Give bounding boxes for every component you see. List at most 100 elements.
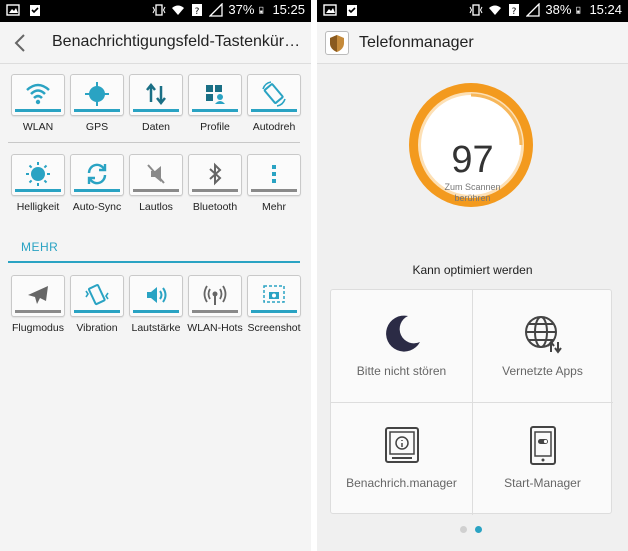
battery-percentage: 37% xyxy=(228,2,255,17)
clock: 15:24 xyxy=(589,2,622,17)
tile-flugmodus-button[interactable] xyxy=(11,275,65,317)
tile-helligkeit[interactable]: Helligkeit xyxy=(11,154,65,213)
rotate-icon xyxy=(262,81,286,107)
tile-label: Lautstärke xyxy=(131,322,181,334)
sim-icon: ? xyxy=(509,4,520,17)
tile-autodreh[interactable]: Autodreh xyxy=(247,74,301,133)
wifi-icon xyxy=(26,83,50,105)
app-bar: Benachrichtigungsfeld-Tastenkür… xyxy=(0,22,311,64)
data-transfer-icon xyxy=(146,82,166,106)
tile-bluetooth-button[interactable] xyxy=(188,154,242,196)
status-bar: ? 38% 15:24 xyxy=(317,0,628,22)
tile-label: GPS xyxy=(85,121,109,133)
vibrate-icon xyxy=(152,4,166,16)
back-arrow-icon[interactable] xyxy=(8,30,32,56)
tile-wlan-hotspot[interactable]: WLAN-Hots xyxy=(187,275,243,334)
section-heading-mehr: MEHR xyxy=(21,240,59,254)
clock: 15:25 xyxy=(272,2,305,17)
gallery-notification-icon xyxy=(323,4,337,16)
tile-wlan-button[interactable] xyxy=(11,74,65,116)
page-dot-active[interactable] xyxy=(475,526,482,533)
tile-label: Flugmodus xyxy=(12,322,64,334)
tool-label: Start-Manager xyxy=(504,476,581,490)
bluetooth-icon xyxy=(209,162,222,186)
tile-auto-sync-button[interactable] xyxy=(70,154,124,196)
tool-connected-apps[interactable]: Vernetzte Apps xyxy=(472,290,613,402)
tile-profile[interactable]: Profile xyxy=(188,74,242,133)
vibrate-icon xyxy=(469,4,483,16)
tool-startup-manager[interactable]: Start-Manager xyxy=(472,402,613,514)
tile-label: WLAN xyxy=(22,121,54,133)
moon-icon xyxy=(385,315,420,352)
tile-daten[interactable]: Daten xyxy=(129,74,183,133)
left-phone-screen: ? 37% 15:25 Benachrichtigungsfeld-Tasten… xyxy=(0,0,311,551)
tile-label: Autodreh xyxy=(252,121,296,133)
battery-percentage: 38% xyxy=(545,2,572,17)
tile-autodreh-button[interactable] xyxy=(247,74,301,116)
tile-bluetooth[interactable]: Bluetooth xyxy=(188,154,242,213)
section-underline xyxy=(8,261,300,263)
gallery-notification-icon xyxy=(6,4,20,16)
tool-notification-manager[interactable]: Benachrich.manager xyxy=(331,402,472,514)
tile-mehr-button[interactable] xyxy=(247,154,301,196)
clipboard-check-icon xyxy=(30,5,40,16)
tile-lautlos-button[interactable] xyxy=(129,154,183,196)
app-shield-icon xyxy=(325,31,349,55)
tile-vibration-button[interactable] xyxy=(70,275,124,317)
tile-wlan[interactable]: WLAN xyxy=(11,74,65,133)
sync-icon xyxy=(87,163,107,185)
app-bar: Telefonmanager xyxy=(317,22,628,64)
tile-label: Vibration xyxy=(76,322,118,334)
battery-icon xyxy=(259,6,264,14)
tile-screenshot[interactable]: Screenshot xyxy=(247,275,301,334)
signal-icon xyxy=(526,3,541,17)
airplane-icon xyxy=(28,286,48,304)
notification-manager-icon xyxy=(384,427,419,463)
optimize-heading: Kann optimiert werden xyxy=(412,263,533,277)
tile-daten-button[interactable] xyxy=(129,74,183,116)
globe-network-icon xyxy=(524,316,562,354)
tile-profile-button[interactable] xyxy=(188,74,242,116)
tool-label: Bitte nicht stören xyxy=(356,364,447,378)
tile-gps-button[interactable] xyxy=(70,74,124,116)
silent-icon xyxy=(147,164,165,184)
page-indicator xyxy=(460,526,482,533)
page-dot[interactable] xyxy=(460,526,467,533)
svg-text:?: ? xyxy=(512,7,517,17)
volume-icon xyxy=(147,287,167,303)
tile-helligkeit-button[interactable] xyxy=(11,154,65,196)
tile-label: Helligkeit xyxy=(16,201,60,213)
tool-label: Vernetzte Apps xyxy=(502,364,583,378)
vibration-icon xyxy=(85,284,109,306)
tile-gps[interactable]: GPS xyxy=(70,74,124,133)
tile-flugmodus[interactable]: Flugmodus xyxy=(11,275,65,334)
sim-icon: ? xyxy=(192,4,203,17)
status-bar: ? 37% 15:25 xyxy=(0,0,311,22)
tile-lautstaerke-button[interactable] xyxy=(129,275,183,317)
tile-label: Bluetooth xyxy=(192,201,238,213)
tile-mehr[interactable]: Mehr xyxy=(247,154,301,213)
tile-label: Mehr xyxy=(262,201,286,213)
page-title: Telefonmanager xyxy=(359,34,474,51)
tile-label: Lautlos xyxy=(139,201,173,213)
tile-vibration[interactable]: Vibration xyxy=(70,275,124,334)
right-phone-screen: ? 38% 15:24 Telefonmanager 97 Zum Scanne… xyxy=(317,0,628,551)
hotspot-icon xyxy=(203,285,227,305)
divider xyxy=(8,142,300,143)
signal-icon xyxy=(209,3,224,17)
tile-lautlos[interactable]: Lautlos xyxy=(129,154,183,213)
tile-wlan-hotspot-button[interactable] xyxy=(188,275,242,317)
wifi-signal-icon xyxy=(489,5,502,15)
battery-icon xyxy=(576,6,581,14)
startup-manager-icon xyxy=(529,426,556,465)
tool-do-not-disturb[interactable]: Bitte nicht stören xyxy=(331,290,472,402)
tile-lautstaerke[interactable]: Lautstärke xyxy=(129,275,183,334)
tile-label: Auto-Sync xyxy=(72,201,122,213)
wifi-signal-icon xyxy=(172,5,185,15)
svg-text:?: ? xyxy=(195,7,200,17)
clipboard-check-icon xyxy=(347,5,357,16)
score-value: 97 xyxy=(451,139,494,181)
tile-auto-sync[interactable]: Auto-Sync xyxy=(70,154,124,213)
tile-screenshot-button[interactable] xyxy=(247,275,301,317)
more-icon xyxy=(272,165,276,183)
